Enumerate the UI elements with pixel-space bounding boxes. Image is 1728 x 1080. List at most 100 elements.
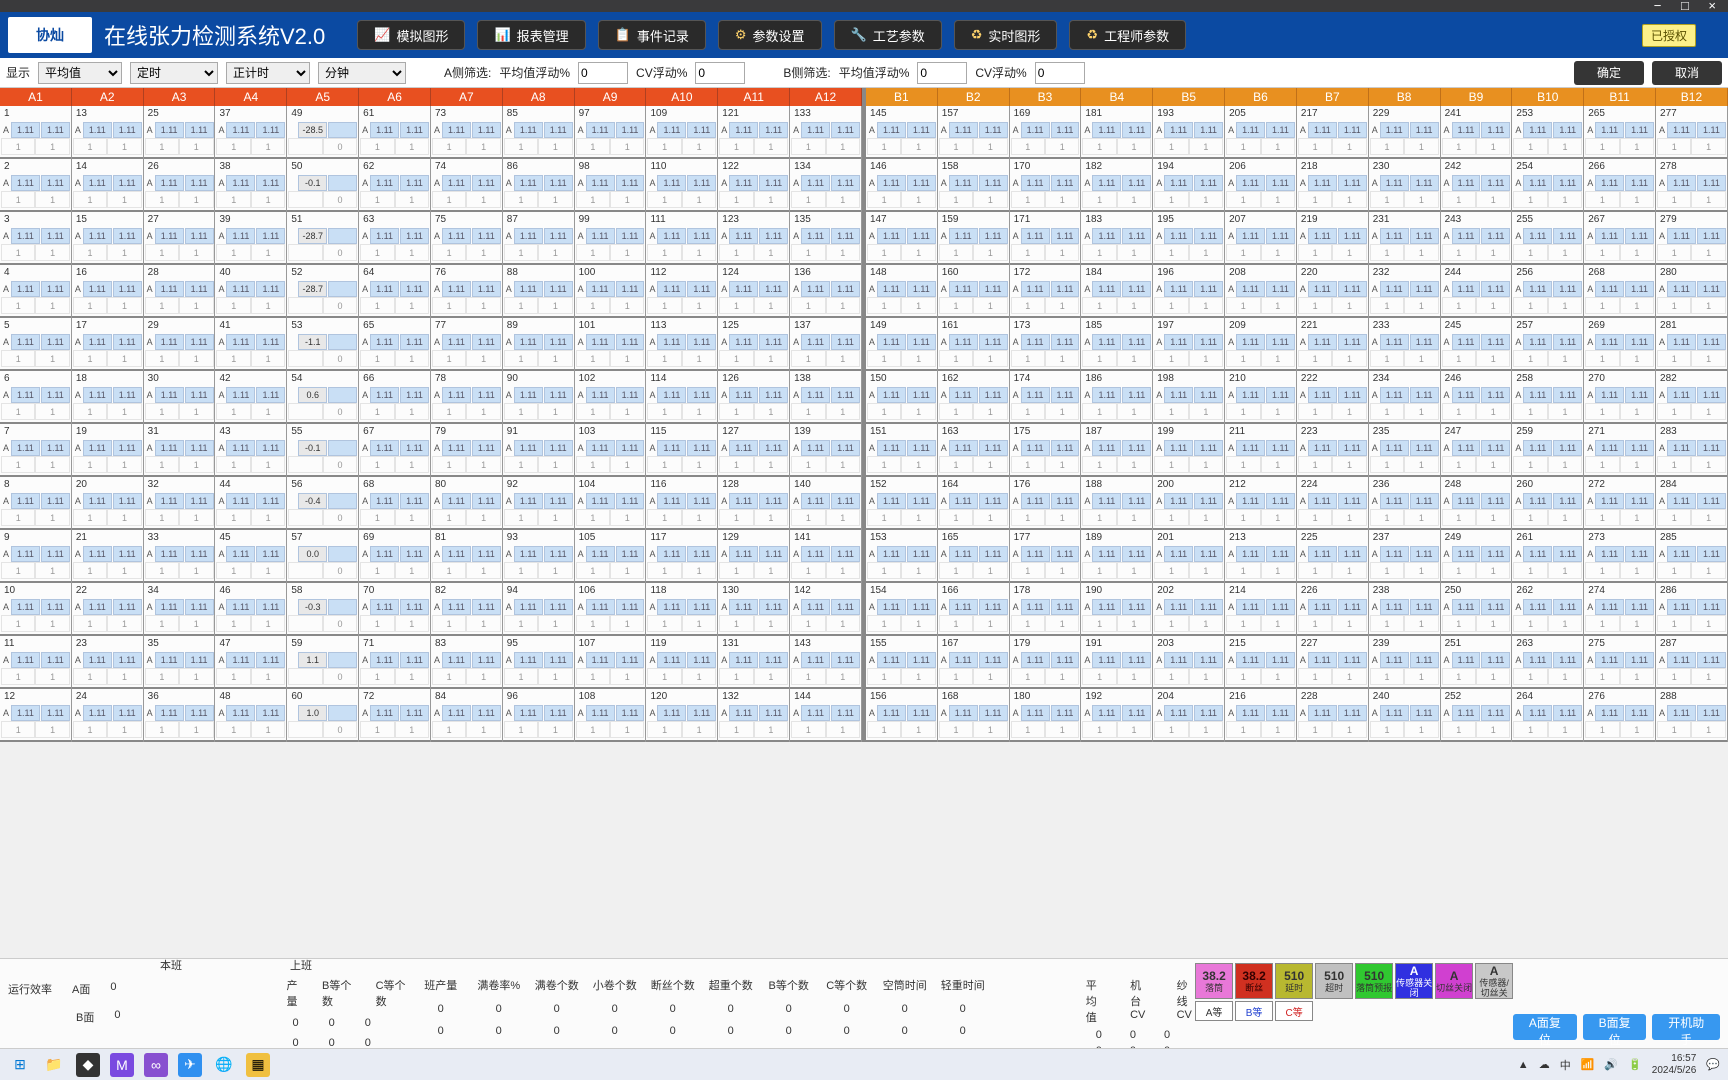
grid-cell[interactable]: 136 A1.111.11 11	[790, 265, 861, 318]
grid-cell[interactable]: 132 A1.111.11 11	[718, 689, 789, 742]
grid-cell[interactable]: 267 A1.111.11 11	[1584, 212, 1655, 265]
grid-cell[interactable]: 82 A1.111.11 11	[431, 583, 502, 636]
b-cv-input[interactable]	[1035, 62, 1085, 84]
grid-cell[interactable]: 206 A1.111.11 11	[1225, 159, 1296, 212]
grid-cell[interactable]: 6 A1.111.11 11	[0, 371, 71, 424]
grid-cell[interactable]: 27 A1.111.11 11	[144, 212, 215, 265]
grid-cell[interactable]: 256 A1.111.11 11	[1512, 265, 1583, 318]
grid-cell[interactable]: 138 A1.111.11 11	[790, 371, 861, 424]
grid-cell[interactable]: 185 A1.111.11 11	[1081, 318, 1152, 371]
grid-cell[interactable]: 20 A1.111.11 11	[72, 477, 143, 530]
grid-cell[interactable]: 109 A1.111.11 11	[646, 106, 717, 159]
grid-cell[interactable]: 226 A1.111.11 11	[1297, 583, 1368, 636]
grid-cell[interactable]: 127 A1.111.11 11	[718, 424, 789, 477]
grid-cell[interactable]: 120 A1.111.11 11	[646, 689, 717, 742]
grid-cell[interactable]: 15 A1.111.11 11	[72, 212, 143, 265]
grid-cell[interactable]: 56 -0.4 0	[287, 477, 358, 530]
explorer-icon[interactable]: 📁	[42, 1053, 66, 1077]
grid-cell[interactable]: 257 A1.111.11 11	[1512, 318, 1583, 371]
grid-cell[interactable]: 181 A1.111.11 11	[1081, 106, 1152, 159]
grid-cell[interactable]: 135 A1.111.11 11	[790, 212, 861, 265]
grid-cell[interactable]: 244 A1.111.11 11	[1441, 265, 1512, 318]
grid-cell[interactable]: 77 A1.111.11 11	[431, 318, 502, 371]
grid-cell[interactable]: 278 A1.111.11 11	[1656, 159, 1727, 212]
b-reset-button[interactable]: B面复位	[1583, 1014, 1647, 1040]
grid-cell[interactable]: 227 A1.111.11 11	[1297, 636, 1368, 689]
grid-cell[interactable]: 246 A1.111.11 11	[1441, 371, 1512, 424]
grid-cell[interactable]: 183 A1.111.11 11	[1081, 212, 1152, 265]
tray-icon[interactable]: ▲	[1518, 1059, 1529, 1071]
app-icon-2[interactable]: M	[110, 1053, 134, 1077]
grid-cell[interactable]: 190 A1.111.11 11	[1081, 583, 1152, 636]
grid-cell[interactable]: 129 A1.111.11 11	[718, 530, 789, 583]
grid-cell[interactable]: 241 A1.111.11 11	[1441, 106, 1512, 159]
grid-cell[interactable]: 173 A1.111.11 11	[1010, 318, 1081, 371]
grid-cell[interactable]: 211 A1.111.11 11	[1225, 424, 1296, 477]
grid-cell[interactable]: 49 -28.5 0	[287, 106, 358, 159]
grid-cell[interactable]: 151 A1.111.11 11	[866, 424, 937, 477]
grid-cell[interactable]: 196 A1.111.11 11	[1153, 265, 1224, 318]
grid-cell[interactable]: 270 A1.111.11 11	[1584, 371, 1655, 424]
grid-cell[interactable]: 283 A1.111.11 11	[1656, 424, 1727, 477]
grid-cell[interactable]: 192 A1.111.11 11	[1081, 689, 1152, 742]
grid-cell[interactable]: 200 A1.111.11 11	[1153, 477, 1224, 530]
notification-icon[interactable]: 💬	[1706, 1058, 1720, 1071]
grid-cell[interactable]: 131 A1.111.11 11	[718, 636, 789, 689]
grid-cell[interactable]: 9 A1.111.11 11	[0, 530, 71, 583]
grid-cell[interactable]: 28 A1.111.11 11	[144, 265, 215, 318]
grid-cell[interactable]: 166 A1.111.11 11	[938, 583, 1009, 636]
grid-cell[interactable]: 19 A1.111.11 11	[72, 424, 143, 477]
grid-cell[interactable]: 18 A1.111.11 11	[72, 371, 143, 424]
grid-cell[interactable]: 94 A1.111.11 11	[503, 583, 574, 636]
battery-icon[interactable]: 🔋	[1628, 1058, 1642, 1071]
grid-cell[interactable]: 97 A1.111.11 11	[575, 106, 646, 159]
grid-cell[interactable]: 237 A1.111.11 11	[1369, 530, 1440, 583]
grid-cell[interactable]: 228 A1.111.11 11	[1297, 689, 1368, 742]
grid-cell[interactable]: 40 A1.111.11 11	[215, 265, 286, 318]
grid-cell[interactable]: 95 A1.111.11 11	[503, 636, 574, 689]
grid-cell[interactable]: 157 A1.111.11 11	[938, 106, 1009, 159]
grid-cell[interactable]: 59 1.1 0	[287, 636, 358, 689]
grid-cell[interactable]: 86 A1.111.11 11	[503, 159, 574, 212]
grid-cell[interactable]: 221 A1.111.11 11	[1297, 318, 1368, 371]
a-reset-button[interactable]: A面复位	[1513, 1014, 1577, 1040]
grid-cell[interactable]: 282 A1.111.11 11	[1656, 371, 1727, 424]
grid-cell[interactable]: 148 A1.111.11 11	[866, 265, 937, 318]
grid-cell[interactable]: 184 A1.111.11 11	[1081, 265, 1152, 318]
grid-cell[interactable]: 73 A1.111.11 11	[431, 106, 502, 159]
grid-cell[interactable]: 249 A1.111.11 11	[1441, 530, 1512, 583]
grid-cell[interactable]: 78 A1.111.11 11	[431, 371, 502, 424]
grid-cell[interactable]: 170 A1.111.11 11	[1010, 159, 1081, 212]
grid-cell[interactable]: 258 A1.111.11 11	[1512, 371, 1583, 424]
grid-cell[interactable]: 208 A1.111.11 11	[1225, 265, 1296, 318]
grid-cell[interactable]: 174 A1.111.11 11	[1010, 371, 1081, 424]
grid-cell[interactable]: 91 A1.111.11 11	[503, 424, 574, 477]
grid-cell[interactable]: 123 A1.111.11 11	[718, 212, 789, 265]
grid-cell[interactable]: 99 A1.111.11 11	[575, 212, 646, 265]
grid-cell[interactable]: 83 A1.111.11 11	[431, 636, 502, 689]
grid-cell[interactable]: 239 A1.111.11 11	[1369, 636, 1440, 689]
grid-cell[interactable]: 195 A1.111.11 11	[1153, 212, 1224, 265]
grid-cell[interactable]: 272 A1.111.11 11	[1584, 477, 1655, 530]
grid-cell[interactable]: 199 A1.111.11 11	[1153, 424, 1224, 477]
grid-cell[interactable]: 281 A1.111.11 11	[1656, 318, 1727, 371]
grid-cell[interactable]: 145 A1.111.11 11	[866, 106, 937, 159]
grid-cell[interactable]: 107 A1.111.11 11	[575, 636, 646, 689]
grid-cell[interactable]: 285 A1.111.11 11	[1656, 530, 1727, 583]
grid-cell[interactable]: 65 A1.111.11 11	[359, 318, 430, 371]
grid-cell[interactable]: 214 A1.111.11 11	[1225, 583, 1296, 636]
grid-cell[interactable]: 187 A1.111.11 11	[1081, 424, 1152, 477]
grid-cell[interactable]: 44 A1.111.11 11	[215, 477, 286, 530]
grid-cell[interactable]: 30 A1.111.11 11	[144, 371, 215, 424]
grid-cell[interactable]: 154 A1.111.11 11	[866, 583, 937, 636]
grid-cell[interactable]: 51 -28.7 0	[287, 212, 358, 265]
grid-cell[interactable]: 16 A1.111.11 11	[72, 265, 143, 318]
app-icon-1[interactable]: ◆	[76, 1053, 100, 1077]
grid-cell[interactable]: 93 A1.111.11 11	[503, 530, 574, 583]
grid-cell[interactable]: 189 A1.111.11 11	[1081, 530, 1152, 583]
grid-cell[interactable]: 140 A1.111.11 11	[790, 477, 861, 530]
grid-cell[interactable]: 144 A1.111.11 11	[790, 689, 861, 742]
system-tray[interactable]: ▲ ☁ 中 📶 🔊 🔋 16:57 2024/5/26 💬	[1518, 1053, 1720, 1077]
grid-cell[interactable]: 84 A1.111.11 11	[431, 689, 502, 742]
grid-cell[interactable]: 111 A1.111.11 11	[646, 212, 717, 265]
